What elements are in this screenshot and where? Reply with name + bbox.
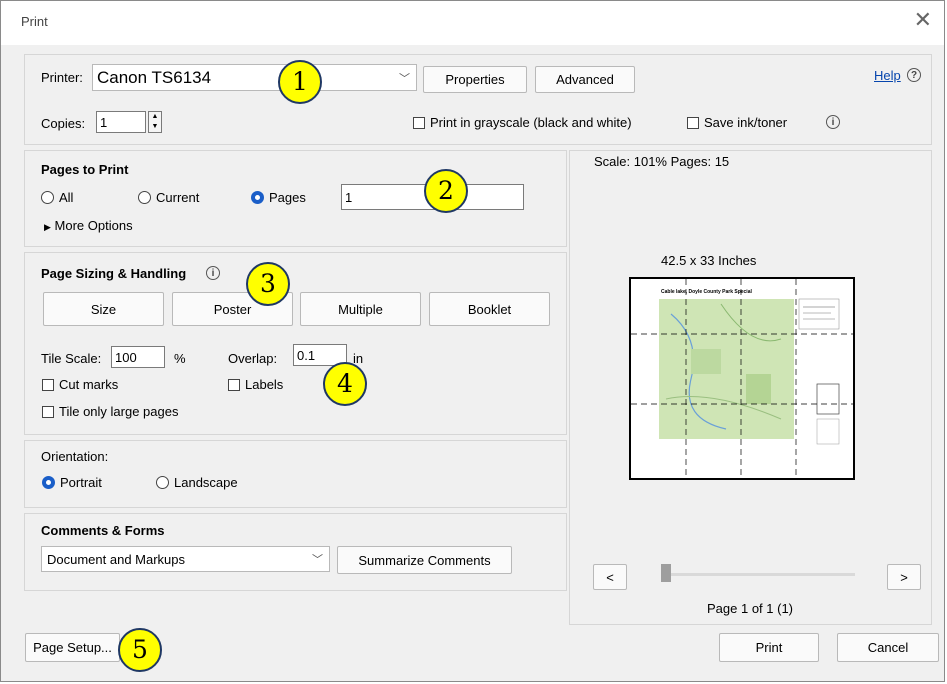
grayscale-checkbox[interactable] <box>413 117 425 129</box>
tile-large-checkbox[interactable] <box>42 406 54 418</box>
page-slider-thumb[interactable] <box>661 564 671 582</box>
properties-button[interactable]: Properties <box>423 66 527 93</box>
callout-badge: 4 <box>323 362 367 406</box>
grayscale-label: Print in grayscale (black and white) <box>430 115 632 130</box>
dimensions-text: 42.5 x 33 Inches <box>661 253 757 268</box>
tile-scale-label: Tile Scale: <box>41 351 102 366</box>
title-bar: Print ✕ <box>1 1 944 45</box>
more-options-toggle[interactable]: ▶ More Options <box>44 218 133 233</box>
save-ink-label: Save ink/toner <box>704 115 788 130</box>
overlap-label: Overlap: <box>228 351 278 366</box>
comments-title: Comments & Forms <box>41 523 165 538</box>
landscape-label: Landscape <box>174 475 238 490</box>
window-title: Print <box>21 14 48 29</box>
labels-label: Labels <box>245 377 284 392</box>
landscape-radio[interactable] <box>156 476 169 489</box>
callout-badge: 1 <box>278 60 322 104</box>
save-ink-checkbox[interactable] <box>687 117 699 129</box>
chevron-down-icon: ﹀ <box>399 72 410 85</box>
comments-select[interactable]: Document and Markups ﹀ <box>41 546 330 572</box>
print-dialog: Print ✕ Printer: Canon TS6134 ﹀ Properti… <box>0 0 945 682</box>
print-button[interactable]: Print <box>719 633 819 662</box>
pages-label: Pages <box>269 190 306 205</box>
close-icon[interactable]: ✕ <box>914 9 932 31</box>
help-link[interactable]: Help <box>874 68 901 83</box>
copies-label: Copies: <box>41 116 86 131</box>
page-slider-track[interactable] <box>661 573 855 576</box>
next-page-button[interactable]: > <box>887 564 921 590</box>
all-radio[interactable] <box>41 191 54 204</box>
callout-badge: 3 <box>246 262 290 306</box>
page-preview: Cable lake, Doyle County Park Special <box>629 277 855 480</box>
comments-value: Document and Markups <box>47 552 186 567</box>
map-thumbnail: Cable lake, Doyle County Park Special <box>631 279 853 478</box>
info-icon[interactable]: i <box>826 115 840 129</box>
multiple-button[interactable]: Multiple <box>300 292 421 326</box>
more-options-label: More Options <box>54 218 133 233</box>
page-sizing-title: Page Sizing & Handling <box>41 266 187 281</box>
portrait-label: Portrait <box>60 475 102 490</box>
callout-badge: 5 <box>118 628 162 672</box>
cancel-button[interactable]: Cancel <box>837 633 939 662</box>
booklet-button[interactable]: Booklet <box>429 292 550 326</box>
current-label: Current <box>156 190 200 205</box>
labels-checkbox[interactable] <box>228 379 240 391</box>
map-title: Cable lake, Doyle County Park Special <box>661 289 752 295</box>
chevron-down-icon: ﹀ <box>312 554 323 566</box>
cut-marks-label: Cut marks <box>59 377 119 392</box>
pages-radio[interactable] <box>251 191 264 204</box>
printer-label: Printer: <box>41 70 83 85</box>
advanced-button[interactable]: Advanced <box>535 66 635 93</box>
current-radio[interactable] <box>138 191 151 204</box>
percent-label: % <box>174 351 186 366</box>
info-icon[interactable]: i <box>206 266 220 280</box>
summarize-comments-button[interactable]: Summarize Comments <box>337 546 512 574</box>
page-info: Page 1 of 1 (1) <box>707 601 793 616</box>
copies-stepper[interactable]: ▲ ▼ <box>148 111 162 133</box>
all-label: All <box>59 190 74 205</box>
printer-name: Canon TS6134 <box>97 68 212 87</box>
cut-marks-checkbox[interactable] <box>42 379 54 391</box>
portrait-radio[interactable] <box>42 476 55 489</box>
size-button[interactable]: Size <box>43 292 164 326</box>
copies-input[interactable]: 1 <box>96 111 146 133</box>
triangle-right-icon: ▶ <box>44 222 51 232</box>
tile-large-label: Tile only large pages <box>59 404 179 419</box>
tile-scale-input[interactable]: 100 <box>111 346 165 368</box>
scale-text: Scale: 101% Pages: 15 <box>594 154 730 169</box>
orientation-title: Orientation: <box>41 449 109 464</box>
page-setup-button[interactable]: Page Setup... <box>25 633 120 662</box>
help-icon[interactable]: ? <box>907 68 921 82</box>
prev-page-button[interactable]: < <box>593 564 627 590</box>
callout-badge: 2 <box>424 169 468 213</box>
pages-to-print-title: Pages to Print <box>41 162 129 177</box>
printer-select[interactable]: Canon TS6134 ﹀ <box>92 64 417 91</box>
